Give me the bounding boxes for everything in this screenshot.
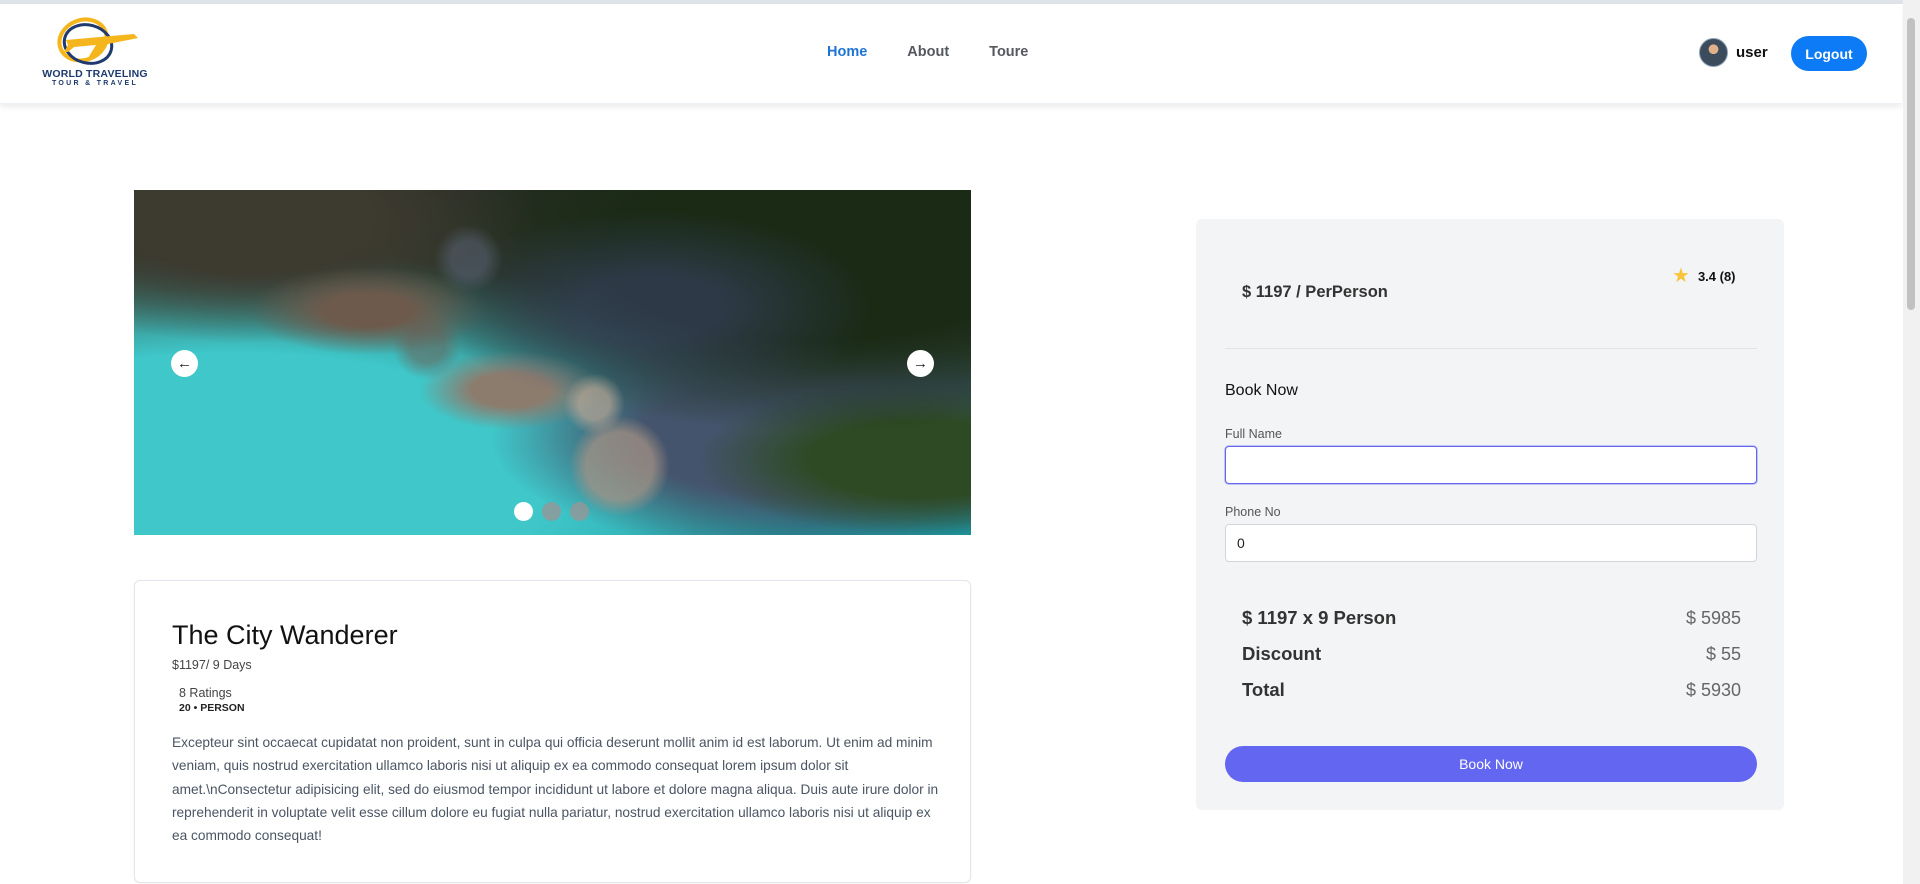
phone-label: Phone No bbox=[1225, 505, 1281, 519]
divider bbox=[1225, 348, 1757, 349]
tour-person-count: 20 • PERSON bbox=[179, 702, 245, 714]
logout-button[interactable]: Logout bbox=[1791, 36, 1867, 71]
user-menu[interactable]: user bbox=[1699, 38, 1768, 67]
full-name-input[interactable] bbox=[1225, 446, 1757, 484]
tour-title: The City Wanderer bbox=[172, 620, 398, 650]
user-avatar[interactable] bbox=[1699, 38, 1728, 67]
booking-rating: ★ 3.4 (8) bbox=[1672, 266, 1736, 286]
carousel-dot-1[interactable] bbox=[514, 502, 533, 521]
nav-toure-link[interactable]: Toure bbox=[989, 44, 1028, 60]
discount-label: Discount bbox=[1242, 643, 1322, 664]
site-header: WORLD TRAVELING TOUR & TRAVEL Home About… bbox=[0, 4, 1902, 104]
booking-heading: Book Now bbox=[1225, 382, 1298, 399]
discount-value: $ 55 bbox=[1705, 643, 1741, 664]
brand-name: WORLD TRAVELING bbox=[42, 68, 148, 80]
tour-info-card: The City Wanderer $1197/ 9 Days 8 Rating… bbox=[134, 580, 971, 883]
brand-logo[interactable]: WORLD TRAVELING TOUR & TRAVEL bbox=[38, 14, 152, 90]
subtotal-label: $ 1197 x 9 Person bbox=[1242, 607, 1397, 628]
total-row: Total $ 5930 bbox=[1242, 679, 1741, 701]
total-label: Total bbox=[1242, 679, 1285, 700]
discount-row: Discount $ 55 bbox=[1242, 643, 1741, 665]
brand-tagline: TOUR & TRAVEL bbox=[51, 80, 139, 87]
price-per-person: $ 1197 / PerPerson bbox=[1242, 283, 1388, 301]
carousel-dot-3[interactable] bbox=[570, 502, 589, 521]
subtotal-row: $ 1197 x 9 Person $ 5985 bbox=[1242, 607, 1741, 629]
booking-panel: $ 1197 / PerPerson ★ 3.4 (8) Book Now Fu… bbox=[1196, 219, 1784, 810]
full-name-label: Full Name bbox=[1225, 427, 1282, 441]
scrollbar-thumb[interactable] bbox=[1907, 18, 1915, 310]
phone-input[interactable] bbox=[1225, 524, 1757, 562]
plane-globe-icon bbox=[57, 17, 138, 65]
tour-description: Excepteur sint occaecat cupidatat non pr… bbox=[172, 735, 939, 844]
arrow-left-icon[interactable]: ← bbox=[171, 350, 198, 377]
total-value: $ 5930 bbox=[1685, 679, 1741, 700]
carousel-dot-2[interactable] bbox=[542, 502, 561, 521]
subtotal-value: $ 5985 bbox=[1685, 607, 1741, 628]
tour-image-carousel[interactable]: ← → bbox=[134, 190, 971, 535]
user-name: user bbox=[1736, 44, 1768, 61]
star-icon: ★ bbox=[1672, 265, 1690, 287]
tour-ratings: 8 Ratings bbox=[179, 686, 232, 700]
carousel-indicators bbox=[514, 502, 589, 521]
book-now-button[interactable]: Book Now bbox=[1225, 746, 1757, 782]
tour-price-duration: $1197/ 9 Days bbox=[172, 658, 252, 672]
arrow-right-icon[interactable]: → bbox=[907, 350, 934, 377]
main-nav: Home About Toure bbox=[827, 44, 1028, 60]
rating-value: 3.4 (8) bbox=[1697, 268, 1736, 284]
nav-home-link[interactable]: Home bbox=[827, 44, 867, 60]
page-scrollbar[interactable] bbox=[1903, 0, 1920, 884]
nav-about-link[interactable]: About bbox=[907, 44, 949, 60]
